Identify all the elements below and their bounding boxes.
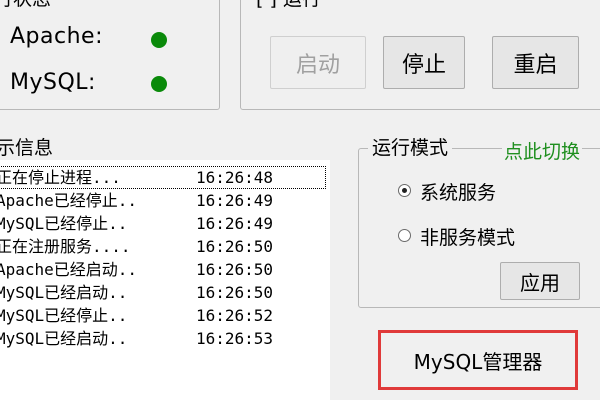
log-row[interactable]: MySQL已经停止.. 16:26:52 bbox=[0, 304, 326, 327]
start-button[interactable]: 启动 bbox=[270, 36, 366, 89]
log-message: MySQL已经启动.. bbox=[0, 283, 128, 302]
log-time: 16:26:48 bbox=[196, 168, 274, 187]
log-row[interactable]: Apache已经启动.. 16:26:50 bbox=[0, 258, 326, 281]
log-group-title: 示信息 bbox=[0, 137, 58, 159]
radio-non-service-label: 非服务模式 bbox=[420, 227, 516, 249]
log-time: 16:26:50 bbox=[196, 237, 274, 256]
apache-status-label: Apache: bbox=[10, 24, 103, 49]
log-message: 正在停止进程... bbox=[0, 168, 121, 187]
log-time: 16:26:52 bbox=[196, 306, 274, 325]
control-group-title: [ ] 运行 bbox=[252, 0, 325, 10]
log-message: Apache已经启动.. bbox=[0, 260, 138, 279]
log-message: MySQL已经启动.. bbox=[0, 329, 128, 348]
log-message: 正在注册服务.... bbox=[0, 237, 131, 256]
apache-status-indicator bbox=[151, 32, 167, 48]
log-row[interactable]: MySQL已经启动.. 16:26:53 bbox=[0, 327, 326, 350]
radio-system-service-label: 系统服务 bbox=[420, 182, 497, 204]
log-row[interactable]: MySQL已经停止.. 16:26:49 bbox=[0, 212, 326, 235]
log-time: 16:26:50 bbox=[196, 283, 274, 302]
log-time: 16:26:49 bbox=[196, 214, 274, 233]
log-message: MySQL已经停止.. bbox=[0, 306, 128, 325]
radio-system-service[interactable] bbox=[398, 184, 411, 197]
log-list[interactable]: 正在停止进程... 16:26:48 Apache已经停止.. 16:26:49 MyS… bbox=[0, 160, 330, 400]
mysql-status-label: MySQL: bbox=[10, 70, 96, 95]
log-row[interactable]: 正在停止进程... 16:26:48 bbox=[0, 166, 326, 189]
log-time: 16:26:49 bbox=[196, 191, 274, 210]
log-row[interactable]: MySQL已经启动.. 16:26:50 bbox=[0, 281, 326, 304]
mysql-status-indicator bbox=[151, 76, 167, 92]
highlight-box bbox=[378, 330, 578, 390]
log-message: Apache已经停止.. bbox=[0, 191, 138, 210]
stop-button[interactable]: 停止 bbox=[383, 36, 465, 89]
log-time: 16:26:53 bbox=[196, 329, 274, 348]
log-message: MySQL已经停止.. bbox=[0, 214, 128, 233]
run-mode-switch-link[interactable]: 点此切换 bbox=[502, 137, 583, 164]
log-row[interactable]: Apache已经停止.. 16:26:49 bbox=[0, 189, 326, 212]
run-mode-title: 运行模式 bbox=[368, 137, 453, 159]
status-group-title: 行状态 bbox=[0, 0, 56, 10]
apply-button[interactable]: 应用 bbox=[500, 262, 580, 300]
radio-non-service[interactable] bbox=[398, 229, 411, 242]
log-row[interactable]: 正在注册服务.... 16:26:50 bbox=[0, 235, 326, 258]
log-time: 16:26:50 bbox=[196, 260, 274, 279]
restart-button[interactable]: 重启 bbox=[492, 36, 579, 89]
